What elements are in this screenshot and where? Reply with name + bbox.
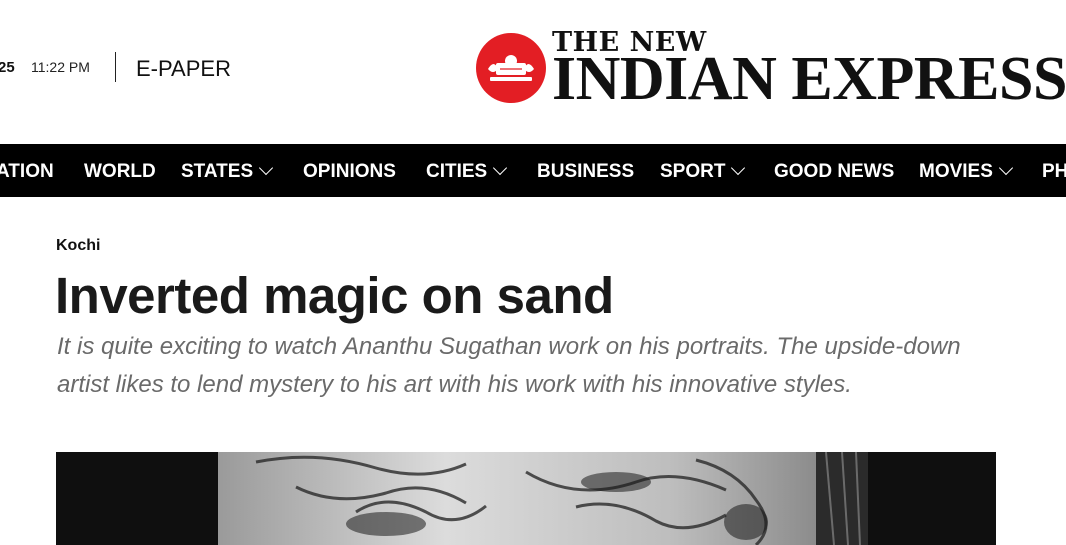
nav-item-label: PH xyxy=(1042,161,1066,182)
chevron-down-icon xyxy=(493,160,508,176)
header-divider xyxy=(115,52,116,82)
logo-emblem-icon xyxy=(476,33,546,103)
nav-item-photos[interactable]: PH xyxy=(1042,144,1066,197)
nav-item-label: BUSINESS xyxy=(537,161,635,182)
article-category[interactable]: Kochi xyxy=(56,237,100,255)
nav-item-label: STATES xyxy=(181,161,254,182)
time-text: 11:22 PM xyxy=(31,59,90,75)
logo-wordmark: INDIAN EXPRESS xyxy=(552,45,1066,113)
date-text: 25 xyxy=(0,59,15,76)
nav-item-states[interactable]: STATES xyxy=(181,144,274,197)
nav-item-label: OPINIONS xyxy=(303,161,396,182)
nav-item-world[interactable]: WORLD xyxy=(84,144,156,197)
epaper-link[interactable]: E-PAPER xyxy=(136,56,231,82)
nav-item-movies[interactable]: MOVIES xyxy=(919,144,1013,197)
nav-item-cities[interactable]: CITIES xyxy=(426,144,508,197)
chevron-down-icon xyxy=(259,160,274,176)
nav-item-nation[interactable]: ATION xyxy=(0,144,54,197)
article-summary: It is quite exciting to watch Ananthu Su… xyxy=(57,333,961,398)
nav-item-label: ATION xyxy=(0,161,54,182)
site-logo[interactable]: THE NEW INDIAN EXPRESS xyxy=(476,27,1066,113)
nav-item-opinions[interactable]: OPINIONS xyxy=(303,144,396,197)
article-title: Inverted magic on sand xyxy=(55,267,614,324)
site-header: 25 11:22 PM E-PAPER THE NEW INDIAN EXPRE… xyxy=(0,0,1066,144)
nav-item-label: CITIES xyxy=(426,161,488,182)
nav-item-label: SPORT xyxy=(660,161,726,182)
nav-item-good-news[interactable]: GOOD NEWS xyxy=(774,144,894,197)
chevron-down-icon xyxy=(731,160,746,176)
nav-item-label: MOVIES xyxy=(919,161,993,182)
nav-item-sport[interactable]: SPORT xyxy=(660,144,746,197)
nav-item-label: WORLD xyxy=(84,161,156,182)
article-hero-image[interactable] xyxy=(56,452,996,545)
chevron-down-icon xyxy=(998,160,1013,176)
main-nav: ATION WORLD STATES OPINIONS CITIES BUSIN… xyxy=(0,144,1066,197)
nav-item-business[interactable]: BUSINESS xyxy=(537,144,634,197)
nav-item-label: GOOD NEWS xyxy=(774,161,895,182)
